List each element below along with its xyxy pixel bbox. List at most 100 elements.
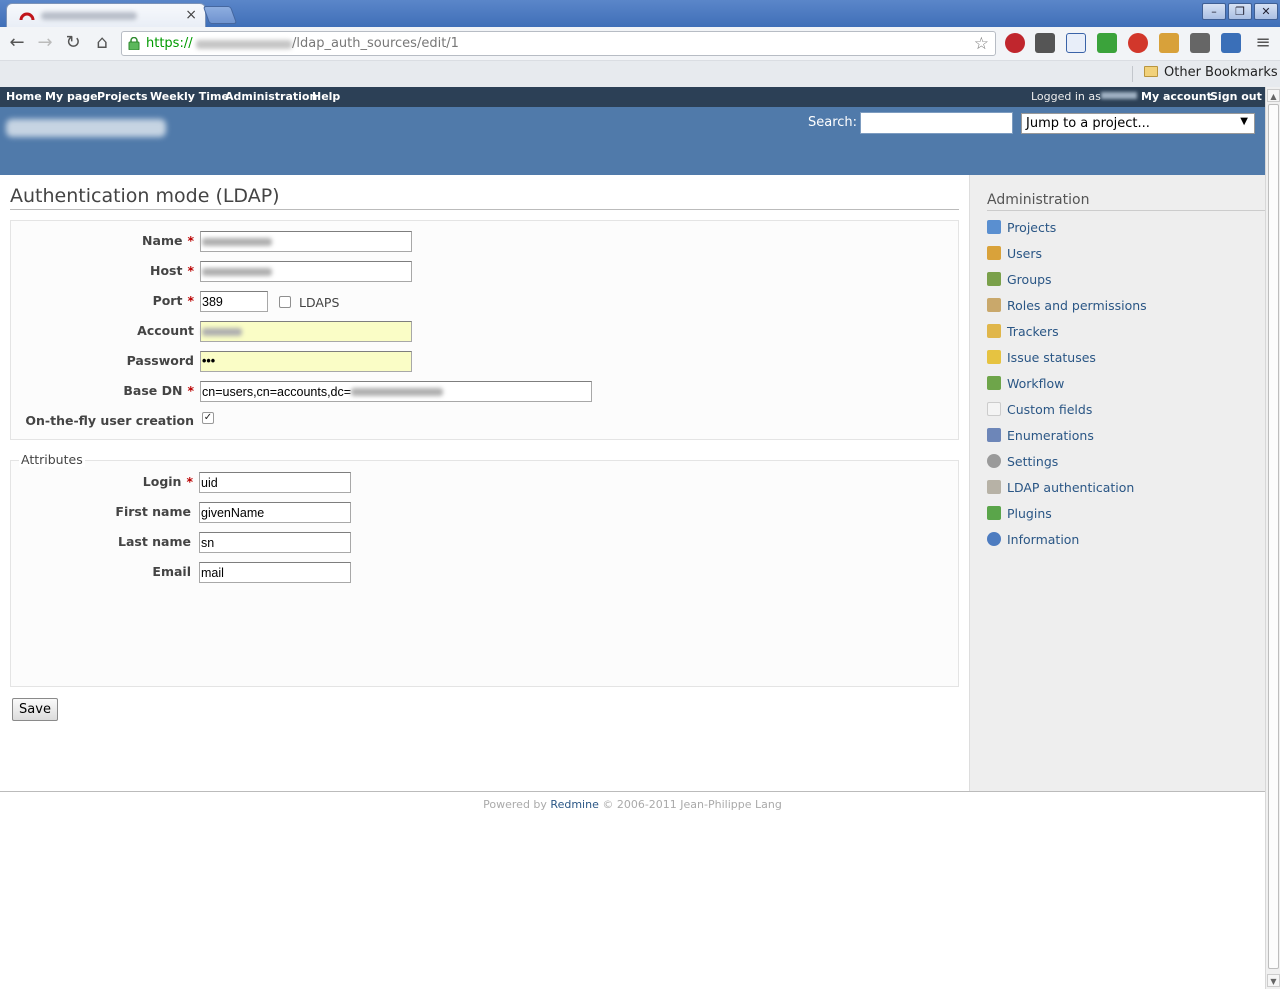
sidebar-item-workflow[interactable]: Workflow [987, 376, 1064, 391]
save-button[interactable]: Save [12, 698, 58, 721]
jump-to-project-select[interactable]: Jump to a project... ▼ [1021, 113, 1255, 134]
sidebar-item-label: Plugins [1007, 506, 1052, 521]
account-label: Account [137, 323, 194, 338]
weather-extension-icon[interactable] [1128, 33, 1148, 53]
group-icon [987, 272, 1001, 286]
ldap-settings-box: Name * Host * Port * 389 LDAPS Account Pass… [10, 220, 959, 440]
page-scrollbar[interactable]: ▲ ▼ [1265, 87, 1280, 989]
sidebar-item-information[interactable]: Information [987, 532, 1079, 547]
address-bar[interactable]: https:// /ldap_auth_sources/edit/1 ☆ [121, 31, 996, 56]
restore-button[interactable]: ❐ [1228, 3, 1252, 20]
menu-administration[interactable]: Administration [225, 90, 317, 103]
close-window-button[interactable]: ✕ [1254, 3, 1278, 20]
account-value-redacted [202, 328, 242, 336]
adblock-extension-icon[interactable] [1005, 33, 1025, 53]
firstname-attr-field[interactable]: givenName [199, 502, 351, 523]
page-title: Authentication mode (LDAP) [10, 185, 959, 210]
scroll-down-icon[interactable]: ▼ [1267, 974, 1280, 987]
counter-extension-icon[interactable] [1097, 33, 1117, 53]
base-dn-label: Base DN * [11, 383, 194, 398]
redmine-favicon-icon [19, 12, 35, 21]
box-extension-icon[interactable] [1159, 33, 1179, 53]
menu-weekly-time[interactable]: Weekly Time [150, 90, 229, 103]
other-bookmarks[interactable]: Other Bookmarks [1144, 65, 1278, 80]
host-field[interactable] [200, 261, 412, 282]
sidebar-item-custom-fields[interactable]: Custom fields [987, 402, 1092, 417]
sidebar-item-trackers[interactable]: Trackers [987, 324, 1059, 339]
sidebar-item-users[interactable]: Users [987, 246, 1042, 261]
evernote-extension-icon[interactable] [1035, 33, 1055, 53]
user-icon [987, 246, 1001, 260]
content-area: Authentication mode (LDAP) Name * Host * P… [0, 175, 969, 791]
reload-icon[interactable]: ↻ [62, 32, 84, 54]
admin-sidebar: Administration Projects Users Groups Roles … [969, 175, 1265, 791]
signature-extension-icon[interactable] [1066, 33, 1086, 53]
bookmarks-bar: Other Bookmarks [0, 61, 1280, 87]
scroll-up-icon[interactable]: ▲ [1267, 89, 1280, 102]
sidebar-item-ldap-authentication[interactable]: LDAP authentication [987, 480, 1134, 495]
roles-icon [987, 298, 1001, 312]
search-input[interactable] [860, 112, 1013, 134]
window-extension-icon[interactable] [1221, 33, 1241, 53]
browser-tab[interactable]: × [6, 3, 206, 27]
workflow-icon [987, 376, 1001, 390]
forward-icon[interactable]: → [34, 32, 56, 54]
sidebar-item-label: Workflow [1007, 376, 1065, 391]
menu-home[interactable]: Home [6, 90, 42, 103]
name-field[interactable] [200, 231, 412, 252]
sidebar-item-roles-and-permissions[interactable]: Roles and permissions [987, 298, 1147, 313]
new-tab-button[interactable] [202, 6, 238, 24]
sidebar-item-enumerations[interactable]: Enumerations [987, 428, 1094, 443]
required-marker: * [187, 263, 194, 278]
server-auth-icon [987, 480, 1001, 494]
help-icon [987, 532, 1001, 546]
back-icon[interactable]: ← [6, 32, 28, 54]
top-menu: Home My page Projects Weekly Time Admini… [0, 87, 1265, 107]
sidebar-item-plugins[interactable]: Plugins [987, 506, 1052, 521]
my-account-link[interactable]: My account [1141, 90, 1212, 103]
port-label: Port * [11, 293, 194, 308]
redmine-page: Home My page Projects Weekly Time Admini… [0, 87, 1265, 989]
sidebar-title: Administration [987, 192, 1265, 211]
menu-help[interactable]: Help [312, 90, 340, 103]
email-attr-label: Email [152, 564, 191, 579]
lastname-attr-field[interactable]: sn [199, 532, 351, 553]
onthefly-checkbox[interactable]: ✓ [202, 412, 214, 424]
base-dn-field[interactable]: cn=users,cn=accounts,dc= [200, 381, 592, 402]
login-attr-field[interactable]: uid [199, 472, 351, 493]
glasses-extension-icon[interactable] [1190, 33, 1210, 53]
sidebar-item-label: Issue statuses [1007, 350, 1096, 365]
account-field[interactable] [200, 321, 412, 342]
attributes-fields: Login * uid First name givenName Last nam… [10, 460, 959, 687]
sidebar-item-issue-statuses[interactable]: Issue statuses [987, 350, 1096, 365]
sidebar-item-label: Enumerations [1007, 428, 1094, 443]
ldaps-checkbox[interactable] [279, 296, 291, 308]
custom-fields-icon [987, 402, 1001, 416]
bookmark-star-icon[interactable]: ☆ [974, 34, 989, 54]
sidebar-item-label: Roles and permissions [1007, 298, 1147, 313]
sidebar-item-groups[interactable]: Groups [987, 272, 1052, 287]
tab-close-icon[interactable]: × [185, 7, 197, 23]
sidebar-item-projects[interactable]: Projects [987, 220, 1056, 235]
url-host [196, 40, 292, 49]
firstname-attr-label: First name [115, 504, 191, 519]
minimize-button[interactable]: – [1202, 3, 1226, 20]
home-icon[interactable]: ⌂ [91, 32, 113, 54]
browser-title-bar: × – ❐ ✕ [0, 0, 1280, 27]
password-field[interactable]: ••• [200, 351, 412, 372]
sidebar-item-label: Trackers [1007, 324, 1059, 339]
url-path: /ldap_auth_sources/edit/1 [292, 36, 459, 51]
onthefly-label: On-the-fly user creation [25, 413, 194, 428]
port-field[interactable]: 389 [200, 291, 268, 312]
menu-icon[interactable]: ≡ [1252, 32, 1274, 54]
menu-my-page[interactable]: My page [45, 90, 98, 103]
scroll-thumb[interactable] [1268, 104, 1279, 969]
footer: Powered by Redmine © 2006-2011 Jean-Phil… [0, 791, 1265, 821]
jump-to-project-label: Jump to a project... [1026, 116, 1150, 131]
sign-out-link[interactable]: Sign out [1210, 90, 1262, 103]
redmine-link[interactable]: Redmine [550, 798, 598, 811]
sidebar-item-settings[interactable]: Settings [987, 454, 1058, 469]
email-attr-field[interactable]: mail [199, 562, 351, 583]
sidebar-item-label: LDAP authentication [1007, 480, 1135, 495]
menu-projects[interactable]: Projects [97, 90, 148, 103]
